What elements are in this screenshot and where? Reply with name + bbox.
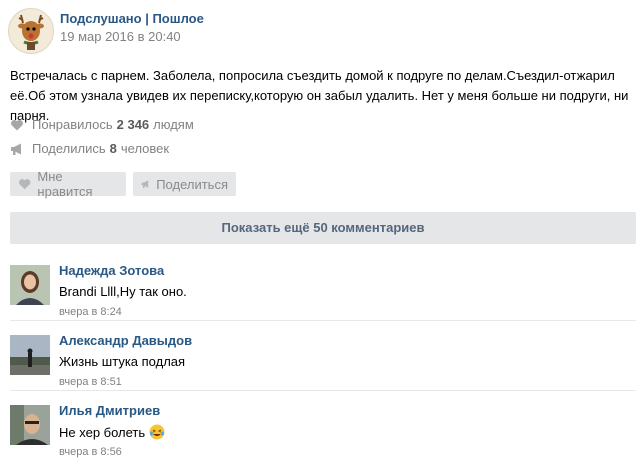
comment-author-link[interactable]: Александр Давыдов bbox=[59, 333, 192, 348]
like-button[interactable]: Мне нравится bbox=[10, 169, 126, 199]
divider bbox=[10, 320, 636, 321]
comment-item: Надежда Зотова Brandi Llll,Ну так оно. в… bbox=[0, 260, 640, 328]
comment-time[interactable]: вчера в 8:24 bbox=[59, 306, 122, 318]
comment-item: Илья Дмитриев Не хер болеть вчера в 8:56 bbox=[0, 400, 640, 468]
shares-summary[interactable]: Поделились 8 человек bbox=[10, 141, 169, 156]
shares-prefix: Поделились bbox=[32, 141, 106, 156]
divider bbox=[10, 390, 636, 391]
deer-logo-icon bbox=[18, 14, 44, 50]
comment-author-link[interactable]: Надежда Зотова bbox=[59, 263, 164, 278]
comment-time[interactable]: вчера в 8:51 bbox=[59, 376, 122, 388]
comment-text: Brandi Llll,Ну так оно. bbox=[59, 284, 187, 299]
group-avatar[interactable] bbox=[8, 8, 54, 54]
likes-summary[interactable]: Понравилось 2 346 людям bbox=[10, 117, 194, 132]
comment-time[interactable]: вчера в 8:56 bbox=[59, 446, 122, 458]
heart-icon bbox=[19, 179, 31, 190]
show-more-comments-button[interactable]: Показать ещё 50 комментариев bbox=[10, 212, 636, 244]
post-header: Подслушано | Пошлое 19 мар 2016 в 20:40 bbox=[0, 0, 640, 60]
avatar[interactable] bbox=[10, 335, 50, 375]
megaphone-icon bbox=[141, 180, 149, 188]
comment-text: Жизнь штука подлая bbox=[59, 354, 186, 369]
user-photo-icon bbox=[10, 405, 50, 445]
avatar[interactable] bbox=[10, 265, 50, 305]
likes-count: 2 346 bbox=[116, 117, 150, 132]
likes-suffix: людям bbox=[153, 117, 194, 132]
heart-icon bbox=[11, 119, 23, 130]
megaphone-icon bbox=[11, 143, 21, 155]
share-button-label: Поделиться bbox=[156, 176, 228, 192]
comment-text: Не хер болеть bbox=[59, 424, 146, 440]
user-photo-icon bbox=[10, 335, 50, 375]
shares-count: 8 bbox=[109, 141, 117, 156]
comment-author-link[interactable]: Илья Дмитриев bbox=[59, 403, 160, 418]
likes-prefix: Понравилось bbox=[32, 117, 113, 132]
share-button[interactable]: Поделиться bbox=[133, 172, 236, 196]
shares-suffix: человек bbox=[120, 141, 170, 156]
laughing-crying-emoji-icon bbox=[149, 424, 165, 440]
group-name-link[interactable]: Подслушано | Пошлое bbox=[60, 11, 204, 26]
like-button-label: Мне нравится bbox=[37, 169, 93, 199]
comment-text-row: Не хер болеть bbox=[59, 424, 165, 440]
user-photo-icon bbox=[10, 265, 50, 305]
comment-item: Александр Давыдов Жизнь штука подлая вче… bbox=[0, 330, 640, 398]
avatar[interactable] bbox=[10, 405, 50, 445]
post-date[interactable]: 19 мар 2016 в 20:40 bbox=[60, 29, 181, 44]
